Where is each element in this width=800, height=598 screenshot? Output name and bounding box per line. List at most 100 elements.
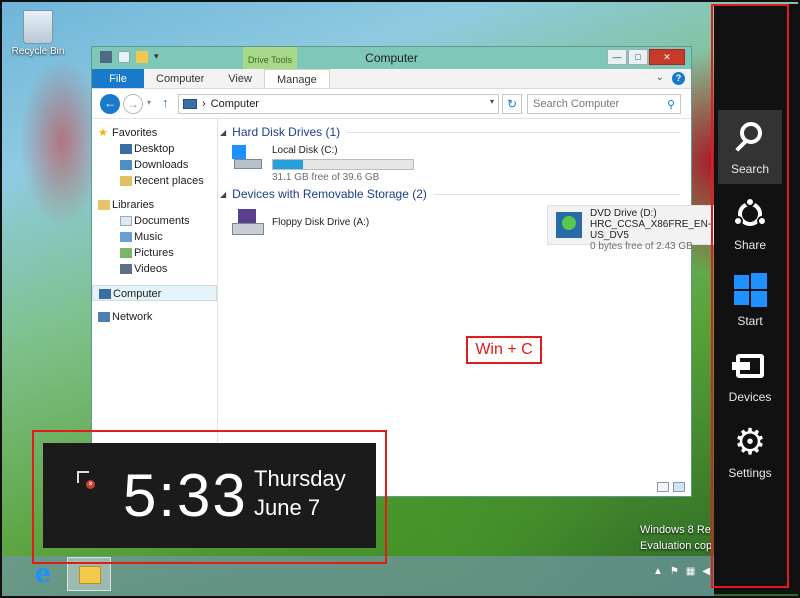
forward-button[interactable]: → xyxy=(123,94,143,114)
nav-videos[interactable]: Videos xyxy=(92,261,217,277)
nav-downloads[interactable]: Downloads xyxy=(92,157,217,173)
maximize-button[interactable]: □ xyxy=(628,49,648,65)
drive-free-space: 31.1 GB free of 39.6 GB xyxy=(272,172,380,183)
nav-label: Downloads xyxy=(134,159,189,171)
nav-libraries[interactable]: Libraries xyxy=(92,197,217,213)
volume-icon[interactable]: ◀ xyxy=(702,566,710,577)
nav-favorites[interactable]: ★ Favorites xyxy=(92,125,217,141)
main-pane: ◢ Hard Disk Drives (1) Local Disk (C:) 3… xyxy=(220,119,737,476)
desktop: Recycle Bin ▾ Drive Tools Computer — □ ✕… xyxy=(0,0,800,598)
search-icon[interactable]: ⚲ xyxy=(667,96,675,114)
status-bar-view-buttons xyxy=(657,482,685,492)
nav-desktop[interactable]: Desktop xyxy=(92,141,217,157)
window-title: Computer xyxy=(365,51,418,65)
floppy-drive-icon xyxy=(232,209,264,235)
nav-documents[interactable]: Documents xyxy=(92,213,217,229)
close-button[interactable]: ✕ xyxy=(649,49,685,65)
dvd-drive-icon xyxy=(556,212,582,238)
nav-label: Recent places xyxy=(134,175,204,187)
address-field[interactable]: › Computer ▾ xyxy=(178,94,499,114)
pictures-icon xyxy=(120,248,132,258)
hard-disk-icon xyxy=(232,145,264,171)
window-controls: — □ ✕ xyxy=(607,49,685,65)
search-placeholder: Search Computer xyxy=(533,98,620,110)
disk-usage-fill xyxy=(273,160,304,169)
refresh-button[interactable]: ↻ xyxy=(502,94,522,114)
drive-local-disk-c[interactable]: Local Disk (C:) 31.1 GB free of 39.6 GB xyxy=(232,145,414,183)
nav-network[interactable]: Network xyxy=(92,309,217,325)
nav-computer[interactable]: Computer xyxy=(92,285,217,301)
back-button[interactable]: ← xyxy=(100,94,120,114)
clock-date: June 7 xyxy=(254,495,321,520)
up-button[interactable]: ↑ xyxy=(162,95,169,110)
network-icon xyxy=(98,312,110,322)
group-divider xyxy=(432,193,680,195)
internet-explorer-icon[interactable]: e xyxy=(29,560,57,588)
watermark-line1: Windows 8 Re xyxy=(640,524,711,536)
title-bar[interactable]: ▾ Drive Tools Computer — □ ✕ xyxy=(92,47,691,69)
drive-name: Local Disk (C:) xyxy=(272,145,338,156)
clock-time: 5:33 xyxy=(123,462,248,529)
group-hard-disk-drives[interactable]: ◢ Hard Disk Drives (1) xyxy=(220,125,680,139)
clock-day: Thursday xyxy=(254,466,346,491)
ribbon-right-controls: ⌄ ? xyxy=(656,72,685,85)
computer-icon xyxy=(99,289,111,299)
recent-locations-icon[interactable]: ▾ xyxy=(147,98,151,107)
disk-usage-bar xyxy=(272,159,414,170)
network-status-icon[interactable]: ▦ xyxy=(686,566,695,577)
collapse-caret-icon: ◢ xyxy=(220,189,227,199)
search-input[interactable]: Search Computer ⚲ xyxy=(527,94,681,114)
downloads-icon xyxy=(120,160,132,170)
nav-label: Libraries xyxy=(112,199,155,211)
tab-manage[interactable]: Manage xyxy=(263,69,330,88)
nav-label: Computer xyxy=(113,288,162,300)
details-view-icon[interactable] xyxy=(657,482,669,492)
folder-icon xyxy=(79,566,101,584)
evaluation-watermark: Windows 8 Re Evaluation cop xyxy=(640,522,712,554)
recycle-bin-label: Recycle Bin xyxy=(11,46,65,57)
music-icon xyxy=(120,232,132,242)
tab-view[interactable]: View xyxy=(216,69,264,88)
computer-icon xyxy=(183,99,197,109)
breadcrumb: Computer xyxy=(210,98,259,110)
show-hidden-icons-icon[interactable]: ▲ xyxy=(653,566,663,577)
drive-name: Floppy Disk Drive (A:) xyxy=(272,216,370,228)
group-title: Devices with Removable Storage (2) xyxy=(232,187,427,201)
group-removable-storage[interactable]: ◢ Devices with Removable Storage (2) xyxy=(220,187,680,201)
star-icon: ★ xyxy=(98,127,108,139)
recycle-bin-shortcut[interactable]: Recycle Bin xyxy=(10,10,66,57)
nav-label: Pictures xyxy=(134,247,174,259)
address-dropdown-icon[interactable]: ▾ xyxy=(490,97,494,106)
drive-dvd-d[interactable]: DVD Drive (D:) HRC_CCSA_X86FRE_EN-US_DV5… xyxy=(547,205,737,252)
collapse-caret-icon: ◢ xyxy=(220,127,227,137)
clock-overlay: × 5:33 Thursday June 7 xyxy=(43,443,376,548)
drive-floppy-a[interactable]: Floppy Disk Drive (A:) xyxy=(232,209,369,235)
system-tray: ▲ ⚑ ▦ ◀ xyxy=(653,566,710,577)
group-divider xyxy=(346,131,680,133)
nav-pictures[interactable]: Pictures xyxy=(92,245,217,261)
large-icons-view-icon[interactable] xyxy=(673,482,685,492)
ribbon-tabs: File Computer View Manage ⌄ ? xyxy=(92,69,691,89)
tab-computer[interactable]: Computer xyxy=(144,69,216,88)
nav-label: Videos xyxy=(134,263,168,275)
group-title: Hard Disk Drives (1) xyxy=(232,125,341,139)
shortcut-annotation: Win + C xyxy=(466,336,542,364)
help-icon[interactable]: ? xyxy=(672,72,685,85)
nav-music[interactable]: Music xyxy=(92,229,217,245)
minimize-button[interactable]: — xyxy=(607,49,627,65)
charms-highlight-frame xyxy=(711,4,789,588)
nav-label: Documents xyxy=(134,215,190,227)
desktop-icon xyxy=(120,144,132,154)
nav-label: Music xyxy=(134,231,163,243)
address-bar-row: ← → ▾ ↑ › Computer ▾ ↻ Search Computer ⚲ xyxy=(92,89,691,119)
action-center-flag-icon[interactable]: ⚑ xyxy=(670,566,679,577)
nav-recent-places[interactable]: Recent places xyxy=(92,173,217,189)
videos-icon xyxy=(120,264,132,274)
tab-file[interactable]: File xyxy=(92,69,144,88)
expand-ribbon-icon[interactable]: ⌄ xyxy=(656,72,664,85)
recent-places-icon xyxy=(120,176,132,186)
nav-label: Network xyxy=(112,311,153,323)
nav-label: Favorites xyxy=(112,127,158,139)
nav-label: Desktop xyxy=(134,143,175,155)
recycle-bin-icon xyxy=(23,10,53,44)
